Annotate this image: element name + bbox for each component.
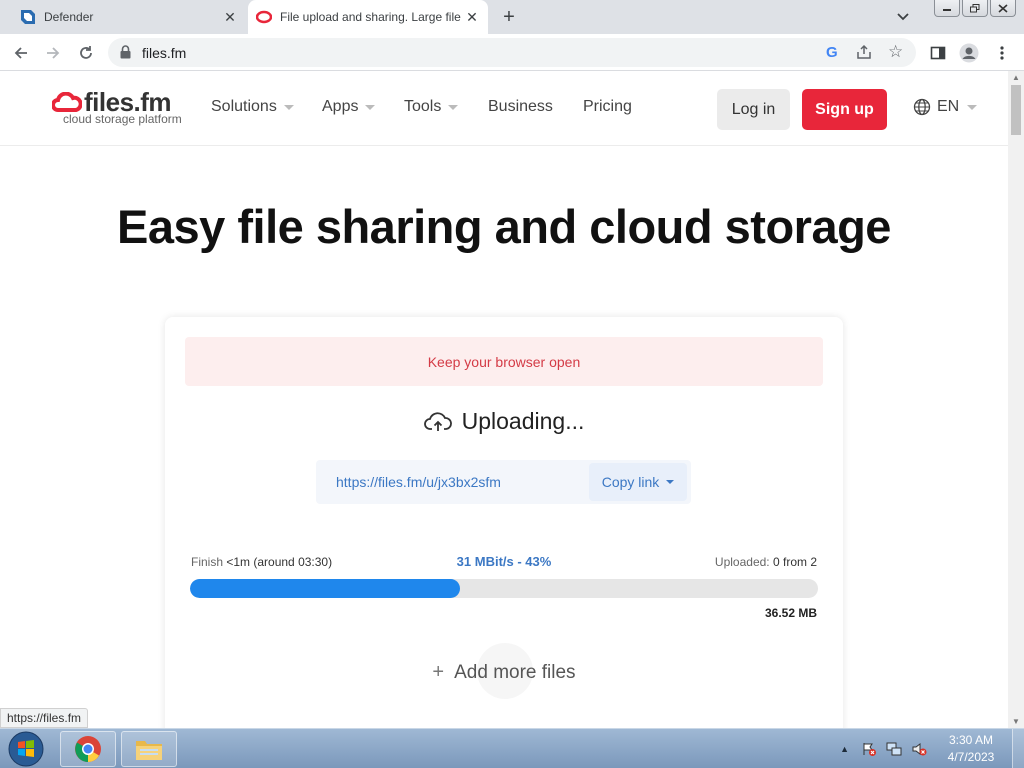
tab-defender[interactable]: Defender ✕ <box>12 0 246 34</box>
show-desktop-button[interactable] <box>1012 729 1024 768</box>
taskbar-file-explorer[interactable] <box>121 731 177 767</box>
total-size: 36.52 MB <box>764 606 817 620</box>
copy-link-label: Copy link <box>601 474 660 490</box>
taskbar-clock[interactable]: 3:30 AM 4/7/2023 <box>936 732 1006 766</box>
side-panel-icon[interactable] <box>927 42 949 64</box>
nav-solutions[interactable]: Solutions <box>211 98 294 116</box>
nav-tools[interactable]: Tools <box>404 98 459 116</box>
files-fm-favicon-icon <box>256 9 272 25</box>
upload-card: Keep your browser open Uploading... http… <box>165 317 843 728</box>
back-arrow-icon[interactable] <box>10 42 32 64</box>
tab-close-icon[interactable]: ✕ <box>220 7 240 27</box>
chevron-down-icon <box>283 104 294 110</box>
tab-title: File upload and sharing. Large file <box>280 10 461 24</box>
nav-apps[interactable]: Apps <box>322 98 376 116</box>
bookmark-star-icon[interactable]: ☆ <box>888 42 903 62</box>
tab-files-fm[interactable]: File upload and sharing. Large file ✕ <box>248 0 488 34</box>
site-header: files.fm cloud storage platform Solution… <box>0 71 1008 146</box>
defender-favicon-icon <box>20 9 36 25</box>
address-bar[interactable]: files.fm G ☆ <box>108 38 916 67</box>
chevron-down-icon <box>666 480 675 484</box>
window-controls <box>934 0 1016 17</box>
uploaded-value: 0 from 2 <box>772 555 817 569</box>
taskbar-chrome[interactable] <box>60 731 116 767</box>
lock-icon[interactable] <box>120 45 131 64</box>
nav-label: Solutions <box>211 98 277 115</box>
browser-tab-strip: Defender ✕ File upload and sharing. Larg… <box>0 0 1024 34</box>
show-hidden-icons-icon[interactable]: ▲ <box>840 744 849 754</box>
share-link-box: https://files.fm/u/jx3bx2sfm Copy link <box>316 460 691 504</box>
chevron-down-icon <box>967 104 978 110</box>
nav-label: Business <box>488 98 553 115</box>
hero-title: Easy file sharing and cloud storage <box>117 200 891 253</box>
browser-toolbar: files.fm G ☆ <box>0 34 1024 71</box>
minimize-icon[interactable] <box>934 0 960 17</box>
system-tray: ▲ 3:30 AM 4/7/2023 <box>840 729 1024 768</box>
share-link-url[interactable]: https://files.fm/u/jx3bx2sfm <box>336 474 501 490</box>
scroll-down-arrow-icon[interactable]: ▼ <box>1012 717 1020 726</box>
language-code: EN <box>937 98 960 115</box>
logo-tagline: cloud storage platform <box>63 112 182 126</box>
tab-title: Defender <box>44 10 94 24</box>
profile-avatar-icon[interactable] <box>958 42 980 64</box>
upload-progress-bar <box>190 579 818 598</box>
copy-link-button[interactable]: Copy link <box>589 463 687 501</box>
add-more-label: Add more files <box>454 661 576 683</box>
link-hover-status: https://files.fm <box>0 708 89 728</box>
uploaded-label: Uploaded: <box>714 555 770 569</box>
nav-label: Apps <box>322 98 359 115</box>
network-icon[interactable] <box>886 741 902 757</box>
web-page: files.fm cloud storage platform Solution… <box>0 71 1008 728</box>
nav-label: Pricing <box>583 98 632 115</box>
clock-time: 3:30 AM <box>948 733 994 747</box>
upload-progress-fill <box>190 579 461 598</box>
chrome-icon <box>75 736 101 762</box>
upload-status: Uploading... <box>165 408 843 435</box>
browser-menu-icon[interactable] <box>991 42 1013 64</box>
chevron-down-icon <box>448 104 459 110</box>
login-button[interactable]: Log in <box>717 89 790 130</box>
scrollbar-thumb[interactable] <box>1011 85 1021 135</box>
nav-label: Tools <box>404 98 442 115</box>
upload-status-text: Uploading... <box>461 408 585 434</box>
close-window-icon[interactable] <box>990 0 1016 17</box>
globe-icon <box>913 98 931 116</box>
signup-button[interactable]: Sign up <box>802 89 887 130</box>
reload-icon[interactable] <box>75 42 97 64</box>
chevron-down-icon <box>365 104 376 110</box>
tab-close-icon[interactable]: ✕ <box>462 7 482 27</box>
add-more-files-button[interactable]: + Add more files <box>165 661 843 684</box>
page-scrollbar[interactable]: ▲ ▼ <box>1008 71 1024 728</box>
volume-muted-icon[interactable] <box>911 741 927 757</box>
start-button[interactable] <box>4 730 48 768</box>
nav-pricing[interactable]: Pricing <box>583 98 632 116</box>
folder-icon <box>136 741 162 760</box>
language-selector[interactable]: EN <box>913 98 978 116</box>
scroll-up-arrow-icon[interactable]: ▲ <box>1012 73 1020 82</box>
keep-browser-open-notice: Keep your browser open <box>185 337 823 386</box>
tab-search-chevron-icon[interactable] <box>896 9 914 25</box>
clock-date: 4/7/2023 <box>947 750 995 764</box>
restore-icon[interactable] <box>962 0 988 17</box>
new-tab-button[interactable]: + <box>498 6 520 28</box>
windows-taskbar: ▲ 3:30 AM 4/7/2023 <box>0 728 1024 768</box>
plus-icon: + <box>432 661 445 683</box>
files-fm-logo[interactable]: files.fm cloud storage platform <box>51 87 192 129</box>
url-text[interactable]: files.fm <box>142 45 186 61</box>
google-lens-icon[interactable]: G <box>826 44 838 61</box>
forward-arrow-icon[interactable] <box>42 42 64 64</box>
share-icon[interactable] <box>856 44 872 65</box>
uploaded-count: Uploaded: 0 from 2 <box>715 555 817 569</box>
cloud-upload-icon <box>423 411 462 433</box>
nav-business[interactable]: Business <box>488 98 553 116</box>
action-center-flag-icon[interactable] <box>861 741 877 757</box>
